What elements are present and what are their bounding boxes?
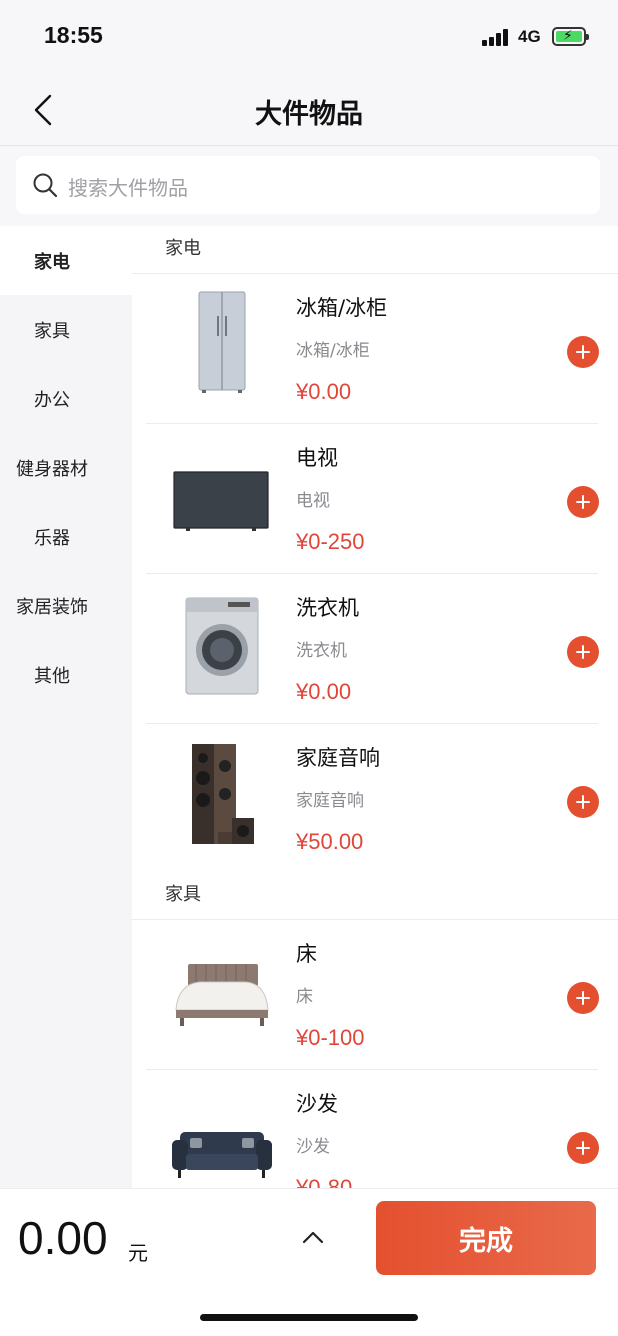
sofa-icon bbox=[172, 1132, 272, 1178]
search-icon bbox=[33, 173, 58, 198]
item-name: 家庭音响 bbox=[296, 746, 380, 770]
sidebar-item-label: 健身器材 bbox=[16, 458, 88, 480]
status-time: 18:55 bbox=[44, 22, 103, 48]
list-item[interactable]: 洗衣机 洗衣机 ¥0.00 bbox=[146, 574, 599, 724]
tv-icon bbox=[173, 471, 269, 531]
sidebar-item-label: 其他 bbox=[34, 665, 70, 687]
item-subtitle: 沙发 bbox=[296, 1137, 330, 1157]
item-price: ¥0-100 bbox=[296, 1025, 365, 1050]
item-price: ¥0-250 bbox=[296, 529, 365, 554]
item-list[interactable]: 家电 冰箱/冰柜 冰箱/冰柜 ¥0.00 电视 电视 ¥0-250 洗衣机 洗衣… bbox=[132, 226, 618, 1188]
list-item[interactable]: 家庭音响 家庭音响 ¥50.00 bbox=[146, 724, 599, 874]
add-button[interactable] bbox=[567, 786, 599, 818]
item-name: 冰箱/冰柜 bbox=[296, 296, 388, 320]
item-price: ¥50.00 bbox=[296, 829, 364, 854]
add-button[interactable] bbox=[567, 636, 599, 668]
page-title: 大件物品 bbox=[255, 99, 363, 130]
sidebar-item-label: 家电 bbox=[34, 251, 70, 273]
sidebar-item-furniture[interactable]: 家具 bbox=[0, 295, 132, 364]
sidebar-item-label: 办公 bbox=[34, 389, 70, 411]
expand-cart-button[interactable] bbox=[298, 1227, 328, 1249]
bed-icon bbox=[175, 964, 269, 1026]
chevron-up-icon bbox=[302, 1231, 324, 1244]
item-price: ¥0.00 bbox=[296, 679, 352, 704]
section-header: 家具 bbox=[132, 872, 618, 920]
item-name: 洗衣机 bbox=[296, 596, 359, 620]
sidebar-item-appliances[interactable]: 家电 bbox=[0, 226, 132, 295]
item-name: 床 bbox=[296, 942, 317, 966]
speaker-icon bbox=[192, 744, 254, 844]
status-bar: 18:55 4G ⚡ bbox=[0, 0, 618, 76]
battery-icon: ⚡ bbox=[552, 27, 589, 46]
network-type: 4G bbox=[518, 27, 541, 46]
item-price: ¥0.00 bbox=[296, 379, 352, 404]
nav-bar: 大件物品 bbox=[0, 76, 618, 146]
fridge-icon bbox=[198, 291, 246, 393]
search-input[interactable]: 搜索大件物品 bbox=[16, 156, 600, 214]
item-subtitle: 洗衣机 bbox=[296, 641, 347, 661]
sidebar-item-fitness[interactable]: 健身器材 bbox=[0, 433, 132, 502]
done-button[interactable]: 完成 bbox=[376, 1201, 596, 1275]
total-unit: 元 bbox=[128, 1241, 148, 1265]
search-bar: 搜索大件物品 bbox=[0, 146, 618, 226]
washing-machine-icon bbox=[185, 597, 259, 695]
home-indicator bbox=[200, 1314, 418, 1321]
list-item[interactable]: 冰箱/冰柜 冰箱/冰柜 ¥0.00 bbox=[146, 274, 599, 424]
category-sidebar: 家电 家具 办公 健身器材 乐器 家居装饰 其他 bbox=[0, 226, 132, 1188]
item-name: 电视 bbox=[296, 446, 338, 470]
section-header: 家电 bbox=[132, 226, 618, 274]
bottom-bar: 0.00 元 完成 bbox=[0, 1188, 618, 1336]
add-button[interactable] bbox=[567, 1132, 599, 1164]
sidebar-item-label: 家居装饰 bbox=[16, 596, 88, 618]
add-button[interactable] bbox=[567, 486, 599, 518]
add-button[interactable] bbox=[567, 982, 599, 1014]
add-button[interactable] bbox=[567, 336, 599, 368]
list-item[interactable]: 床 床 ¥0-100 bbox=[146, 920, 599, 1070]
item-subtitle: 冰箱/冰柜 bbox=[296, 341, 370, 361]
sidebar-item-label: 家具 bbox=[34, 320, 70, 342]
list-item[interactable]: 沙发 沙发 ¥0-80 bbox=[146, 1070, 599, 1188]
total-amount: 0.00 bbox=[18, 1212, 108, 1264]
sidebar-item-office[interactable]: 办公 bbox=[0, 364, 132, 433]
item-name: 沙发 bbox=[296, 1092, 338, 1116]
search-placeholder: 搜索大件物品 bbox=[68, 176, 188, 200]
item-price: ¥0-80 bbox=[296, 1175, 353, 1188]
sidebar-item-instruments[interactable]: 乐器 bbox=[0, 502, 132, 571]
item-subtitle: 床 bbox=[296, 987, 313, 1007]
item-subtitle: 电视 bbox=[296, 491, 330, 511]
sidebar-item-other[interactable]: 其他 bbox=[0, 640, 132, 709]
item-subtitle: 家庭音响 bbox=[296, 791, 364, 811]
signal-icon bbox=[482, 28, 512, 46]
list-item[interactable]: 电视 电视 ¥0-250 bbox=[146, 424, 599, 574]
sidebar-item-label: 乐器 bbox=[34, 527, 70, 549]
sidebar-item-decor[interactable]: 家居装饰 bbox=[0, 571, 132, 640]
